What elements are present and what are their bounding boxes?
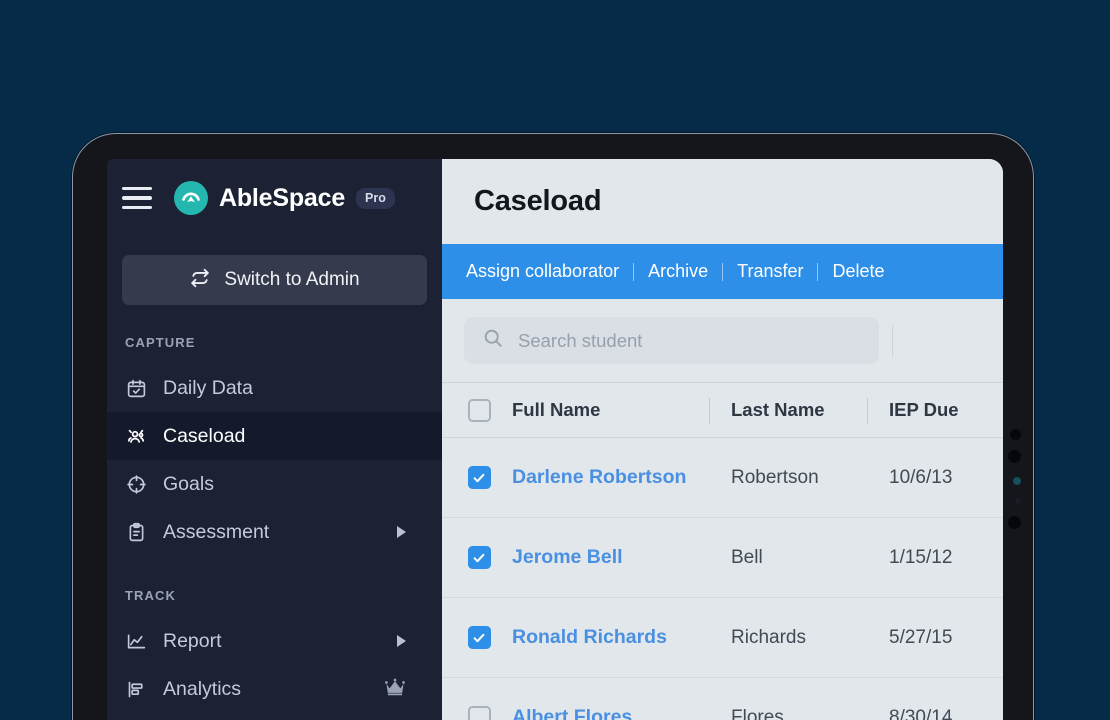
bezel-sensor-dot xyxy=(1008,450,1021,463)
target-icon xyxy=(125,473,147,495)
search-zone: Search student xyxy=(442,299,1003,382)
chevron-right-icon xyxy=(397,635,406,647)
sidebar-brand-row: AbleSpace Pro xyxy=(107,159,442,237)
sidebar-item-assessment[interactable]: Assessment xyxy=(107,508,442,556)
column-header-last-name[interactable]: Last Name xyxy=(709,399,867,421)
sidebar-section-title-track: TRACK xyxy=(125,588,176,603)
column-header-iep-due[interactable]: IEP Due xyxy=(867,399,1003,421)
student-last-name: Flores xyxy=(731,706,784,720)
row-checkbox[interactable] xyxy=(467,466,491,489)
transfer-button[interactable]: Transfer xyxy=(723,261,817,282)
table-row[interactable]: Ronald Richards Richards 5/27/15 xyxy=(442,598,1003,678)
bezel-sensor-dot xyxy=(1010,429,1021,440)
row-select-cell xyxy=(442,626,512,649)
assign-collaborator-button[interactable]: Assign collaborator xyxy=(466,261,633,282)
sidebar-item-analytics[interactable]: Analytics xyxy=(107,665,442,713)
row-checkbox[interactable] xyxy=(467,546,491,569)
student-iep-due: 5/27/15 xyxy=(889,626,953,648)
sidebar-item-report[interactable]: Report xyxy=(107,617,442,665)
table-row[interactable]: Darlene Robertson Robertson 10/6/13 xyxy=(442,438,1003,518)
ablespace-arc-logo-icon xyxy=(174,181,208,215)
student-iep-due: 10/6/13 xyxy=(889,466,953,488)
pro-badge: Pro xyxy=(356,187,395,209)
search-area-divider xyxy=(892,325,893,357)
tablet-device-frame: AbleSpace Pro Switch to Admin CAPTURE Da… xyxy=(72,133,1034,720)
student-last-name: Bell xyxy=(731,546,763,568)
row-select-cell xyxy=(442,466,512,489)
student-last-name: Robertson xyxy=(731,466,819,488)
bar-chart-icon xyxy=(125,678,147,700)
student-iep-due: 1/15/12 xyxy=(889,546,953,568)
brand-name: AbleSpace xyxy=(219,183,346,212)
search-input[interactable]: Search student xyxy=(464,317,879,364)
table-header-row: Full Name Last Name IEP Due xyxy=(442,382,1003,438)
table-row[interactable]: Jerome Bell Bell 1/15/12 xyxy=(442,518,1003,598)
page-title: Caseload xyxy=(474,185,602,217)
hamburger-menu-icon[interactable] xyxy=(122,187,152,209)
sidebar-item-daily-data[interactable]: Daily Data xyxy=(107,364,442,412)
bezel-camera-dot xyxy=(1013,477,1021,485)
sidebar-item-label: Caseload xyxy=(163,424,246,447)
sidebar: AbleSpace Pro Switch to Admin CAPTURE Da… xyxy=(107,159,442,720)
sidebar-item-caseload[interactable]: Caseload xyxy=(107,412,442,460)
sidebar-item-label: Goals xyxy=(163,472,214,495)
chevron-right-icon xyxy=(397,526,406,538)
sidebar-item-goals[interactable]: Goals xyxy=(107,460,442,508)
student-last-name: Richards xyxy=(731,626,806,648)
main-header: Caseload xyxy=(442,159,1003,244)
line-chart-icon xyxy=(125,630,147,652)
app-screen: AbleSpace Pro Switch to Admin CAPTURE Da… xyxy=(107,159,1003,720)
row-checkbox[interactable] xyxy=(467,706,491,720)
row-select-cell xyxy=(442,546,512,569)
table-row[interactable]: Albert Flores Flores 8/30/14 xyxy=(442,678,1003,720)
archive-button[interactable]: Archive xyxy=(634,261,722,282)
sidebar-item-label: Daily Data xyxy=(163,376,253,399)
crown-premium-icon xyxy=(384,678,406,701)
student-full-name[interactable]: Albert Flores xyxy=(512,706,709,720)
column-divider xyxy=(867,398,868,424)
people-group-icon xyxy=(125,425,147,447)
sidebar-item-label: Report xyxy=(163,629,222,652)
calendar-check-icon xyxy=(125,377,147,399)
sidebar-item-label: Analytics xyxy=(163,677,242,700)
switch-to-admin-button[interactable]: Switch to Admin xyxy=(122,255,427,305)
refresh-swap-icon xyxy=(189,267,211,294)
search-placeholder: Search student xyxy=(518,329,643,351)
sidebar-item-label: Assessment xyxy=(163,520,270,543)
page-backdrop: AbleSpace Pro Switch to Admin CAPTURE Da… xyxy=(0,0,1110,720)
bezel-sensor-dot xyxy=(1015,498,1021,504)
column-header-full-name[interactable]: Full Name xyxy=(512,399,709,421)
select-all-cell xyxy=(442,398,512,422)
row-select-cell xyxy=(442,706,512,720)
clipboard-icon xyxy=(125,521,147,543)
student-full-name[interactable]: Ronald Richards xyxy=(512,626,709,649)
student-full-name[interactable]: Jerome Bell xyxy=(512,546,709,569)
bezel-sensor-dot xyxy=(1008,516,1021,529)
sidebar-section-title-capture: CAPTURE xyxy=(125,335,196,350)
switch-to-admin-label: Switch to Admin xyxy=(224,269,360,290)
student-iep-due: 8/30/14 xyxy=(889,706,953,720)
main-panel: Caseload Assign collaborator Archive Tra… xyxy=(442,159,1003,720)
delete-button[interactable]: Delete xyxy=(818,261,898,282)
row-checkbox[interactable] xyxy=(467,626,491,649)
bulk-action-bar: Assign collaborator Archive Transfer Del… xyxy=(442,244,1003,299)
column-divider xyxy=(709,398,710,424)
search-icon xyxy=(482,327,504,354)
student-full-name[interactable]: Darlene Robertson xyxy=(512,466,709,489)
select-all-checkbox[interactable] xyxy=(467,398,491,422)
